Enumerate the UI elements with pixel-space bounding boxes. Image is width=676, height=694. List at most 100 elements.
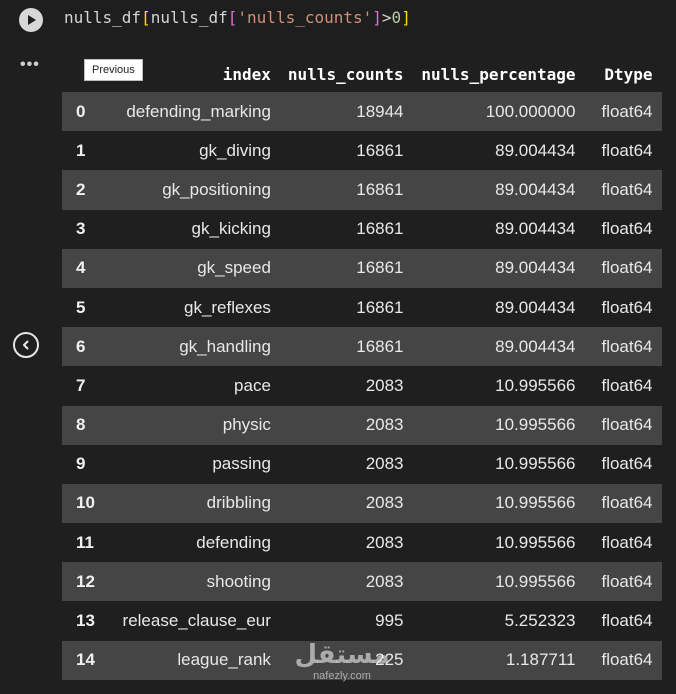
cell-nulls-percentage: 89.004434 bbox=[412, 209, 585, 249]
table-header-row: index nulls_counts nulls_percentage Dtyp… bbox=[62, 56, 662, 92]
cell-nulls-counts: 2083 bbox=[279, 483, 413, 524]
code-token: ] bbox=[372, 8, 382, 27]
cell-nulls-counts: 2083 bbox=[279, 562, 413, 602]
cell-dtype: float64 bbox=[584, 327, 662, 367]
code-token: nulls_df bbox=[64, 8, 142, 27]
run-cell-button[interactable] bbox=[19, 8, 43, 32]
play-icon bbox=[28, 15, 36, 25]
cell-row-index: 6 bbox=[62, 327, 113, 367]
table-row: 6 gk_handling 16861 89.004434 float64 bbox=[62, 327, 662, 367]
cell-index: release_clause_eur bbox=[112, 601, 280, 641]
output-actions-button[interactable]: ••• bbox=[20, 56, 40, 74]
cell-dtype: float64 bbox=[584, 92, 662, 132]
cell-index: gk_diving bbox=[112, 131, 280, 171]
chevron-left-icon bbox=[23, 340, 29, 350]
cell-dtype: float64 bbox=[584, 405, 662, 445]
code-row: nulls_df[nulls_df['nulls_counts']>0] bbox=[0, 0, 676, 44]
table-row: 10 dribbling 2083 10.995566 float64 bbox=[62, 483, 662, 524]
code-line: nulls_df[nulls_df['nulls_counts']>0] bbox=[64, 8, 411, 27]
cell-nulls-percentage: 5.252323 bbox=[412, 601, 585, 641]
cell-row-index: 4 bbox=[62, 248, 113, 288]
cell-dtype: float64 bbox=[584, 248, 662, 288]
table-row: 2 gk_positioning 16861 89.004434 float64 bbox=[62, 170, 662, 210]
cell-dtype: float64 bbox=[584, 483, 662, 524]
cell-nulls-counts: 16861 bbox=[279, 131, 413, 171]
code-token: [ bbox=[141, 8, 151, 27]
header-nulls-counts: nulls_counts bbox=[287, 64, 404, 84]
cell-row-index: 0 bbox=[62, 92, 113, 132]
cell-dtype: float64 bbox=[584, 523, 662, 563]
cell-nulls-counts: 2083 bbox=[279, 366, 413, 406]
cell-nulls-percentage: 89.004434 bbox=[412, 170, 585, 210]
cell-row-index: 14 bbox=[62, 640, 113, 680]
table-row: 13 release_clause_eur 995 5.252323 float64 bbox=[62, 601, 662, 641]
code-token: 'nulls_counts' bbox=[237, 8, 373, 27]
header-nulls-percentage: nulls_percentage bbox=[421, 64, 576, 84]
cell-row-index: 11 bbox=[62, 523, 113, 563]
cell-nulls-percentage: 10.995566 bbox=[412, 366, 585, 406]
cell-nulls-percentage: 89.004434 bbox=[412, 327, 585, 367]
cell-dtype: float64 bbox=[584, 366, 662, 406]
table-row: 9 passing 2083 10.995566 float64 bbox=[62, 444, 662, 484]
cell-dtype: float64 bbox=[584, 562, 662, 602]
table-row: 4 gk_speed 16861 89.004434 float64 bbox=[62, 248, 662, 288]
cell-row-index: 10 bbox=[62, 483, 113, 524]
table-row: 1 gk_diving 16861 89.004434 float64 bbox=[62, 131, 662, 171]
cell-index: gk_positioning bbox=[112, 170, 280, 210]
cell-nulls-counts: 2083 bbox=[279, 523, 413, 563]
cell-index: league_rank bbox=[112, 640, 280, 680]
cell-nulls-counts: 16861 bbox=[279, 327, 413, 367]
cell-dtype: float64 bbox=[584, 640, 662, 680]
previous-button[interactable] bbox=[13, 332, 39, 358]
cell-nulls-counts: 2083 bbox=[279, 405, 413, 445]
cell-nulls-percentage: 89.004434 bbox=[412, 131, 585, 171]
cell-index: gk_reflexes bbox=[112, 287, 280, 328]
cell-nulls-percentage: 10.995566 bbox=[412, 444, 585, 484]
cell-nulls-counts: 16861 bbox=[279, 209, 413, 249]
cell-index: gk_kicking bbox=[112, 209, 280, 249]
cell-nulls-percentage: 100.000000 bbox=[412, 92, 585, 132]
header-dtype: Dtype bbox=[604, 64, 653, 84]
cell-nulls-percentage: 10.995566 bbox=[412, 562, 585, 602]
output-area: ••• Previous index nulls_counts nulls_pe… bbox=[0, 44, 676, 694]
code-token: nulls_df bbox=[150, 8, 228, 27]
cell-index: physic bbox=[112, 405, 280, 445]
cell-index: defending_marking bbox=[112, 92, 280, 132]
cell-nulls-percentage: 10.995566 bbox=[412, 483, 585, 524]
code-token: 0 bbox=[391, 8, 402, 27]
cell-dtype: float64 bbox=[584, 209, 662, 249]
cell-row-index: 13 bbox=[62, 601, 113, 641]
table-row: 3 gk_kicking 16861 89.004434 float64 bbox=[62, 209, 662, 249]
cell-dtype: float64 bbox=[584, 131, 662, 171]
code-editor[interactable]: nulls_df[nulls_df['nulls_counts']>0] bbox=[54, 0, 676, 44]
cell-row-index: 2 bbox=[62, 170, 113, 210]
cell-row-index: 5 bbox=[62, 287, 113, 328]
dataframe-table: index nulls_counts nulls_percentage Dtyp… bbox=[62, 56, 662, 680]
cell-nulls-counts: 18944 bbox=[279, 92, 413, 132]
cell-dtype: float64 bbox=[584, 601, 662, 641]
cell-nulls-counts: 225 bbox=[279, 640, 413, 680]
cell-index: gk_speed bbox=[112, 248, 280, 288]
table-row: 14 league_rank 225 1.187711 float64 bbox=[62, 640, 662, 680]
cell-row-index: 3 bbox=[62, 209, 113, 249]
cell-row-index: 9 bbox=[62, 444, 113, 484]
table-row: 7 pace 2083 10.995566 float64 bbox=[62, 366, 662, 406]
cell-nulls-percentage: 10.995566 bbox=[412, 523, 585, 563]
code-token: ] bbox=[401, 8, 411, 27]
cell-row-index: 7 bbox=[62, 366, 113, 406]
cell-nulls-counts: 16861 bbox=[279, 248, 413, 288]
cell-dtype: float64 bbox=[584, 287, 662, 328]
table-row: 12 shooting 2083 10.995566 float64 bbox=[62, 562, 662, 602]
cell-nulls-percentage: 10.995566 bbox=[412, 405, 585, 445]
cell-row-index: 8 bbox=[62, 405, 113, 445]
cell-nulls-percentage: 89.004434 bbox=[412, 287, 585, 328]
cell-nulls-counts: 16861 bbox=[279, 287, 413, 328]
cell-dtype: float64 bbox=[584, 444, 662, 484]
table-row: 8 physic 2083 10.995566 float64 bbox=[62, 405, 662, 445]
cell-nulls-counts: 16861 bbox=[279, 170, 413, 210]
cell-index: passing bbox=[112, 444, 280, 484]
cell-nulls-counts: 995 bbox=[279, 601, 413, 641]
cell-row-index: 1 bbox=[62, 131, 113, 171]
cell-index: pace bbox=[112, 366, 280, 406]
cell-nulls-counts: 2083 bbox=[279, 444, 413, 484]
